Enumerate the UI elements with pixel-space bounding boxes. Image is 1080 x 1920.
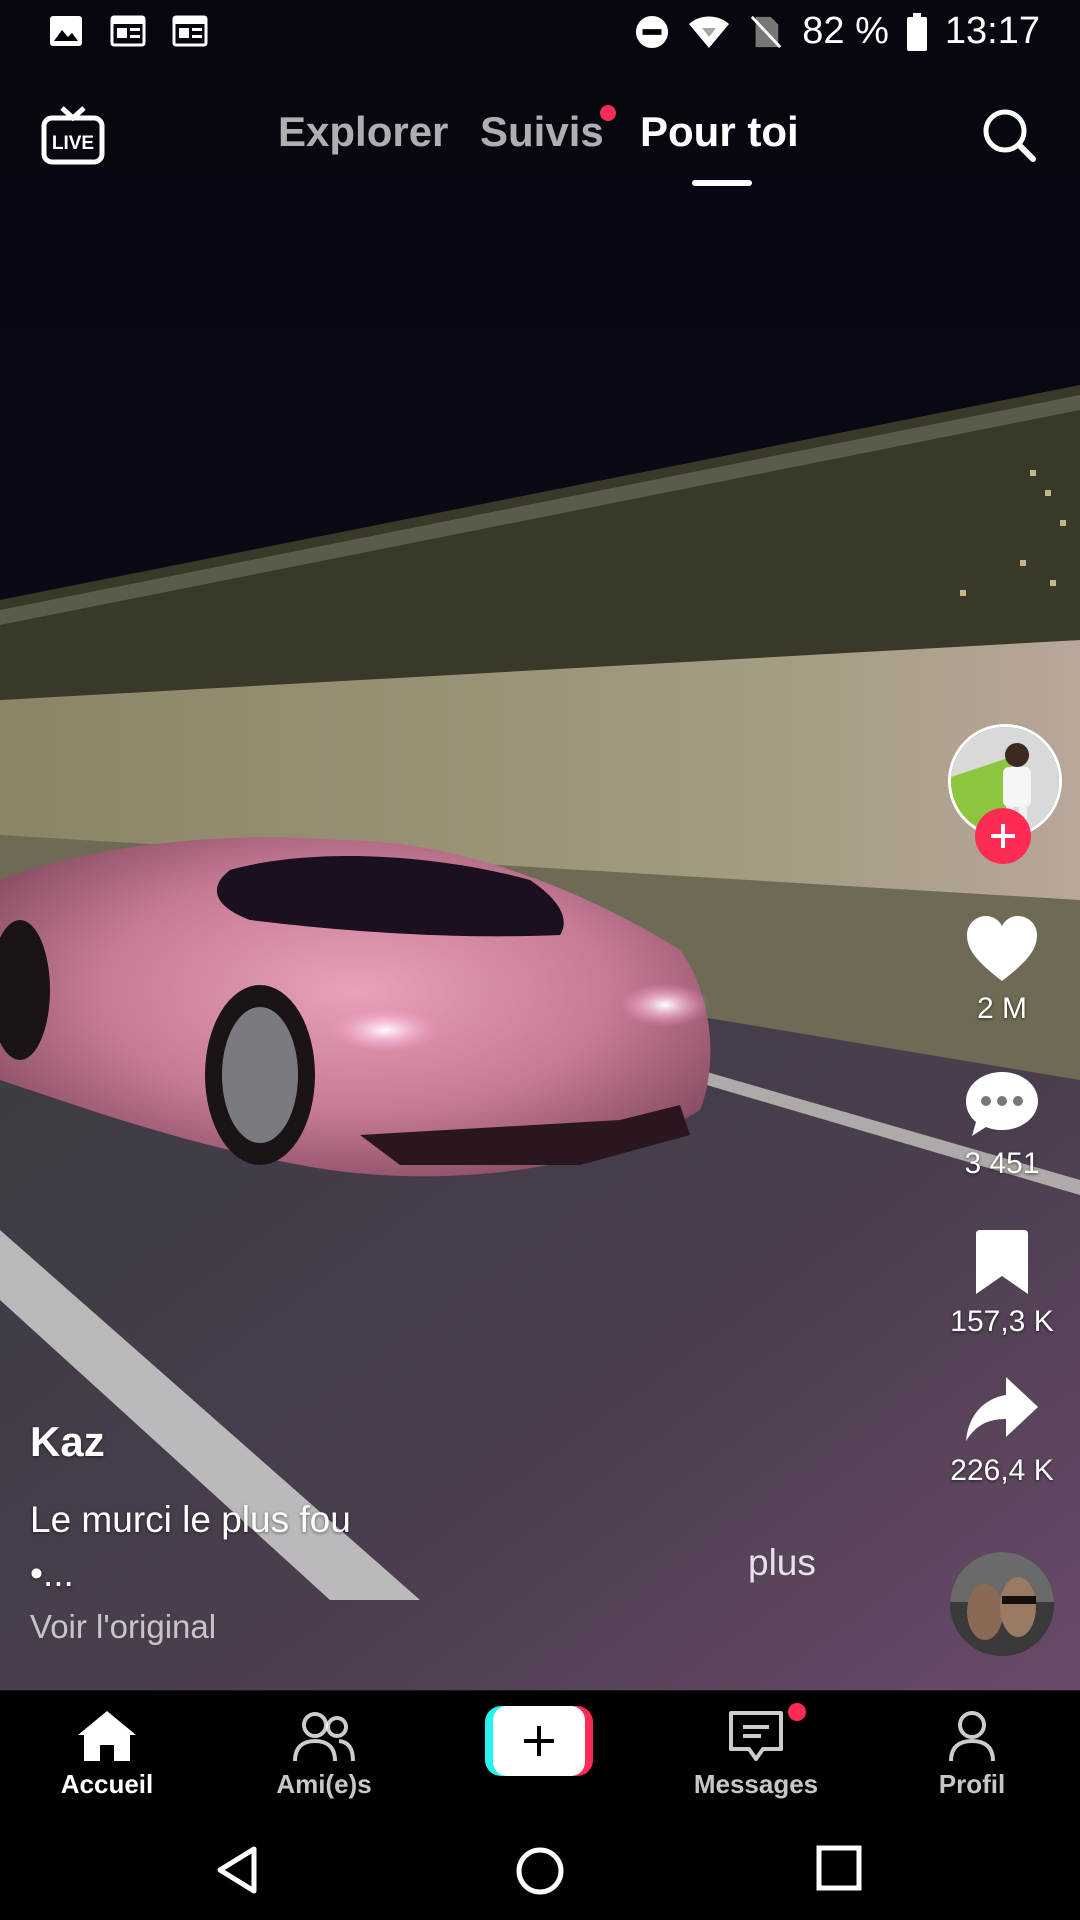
nav-home[interactable]: Accueil <box>17 1709 197 1800</box>
news-icon <box>172 15 208 47</box>
comment-button[interactable]: 3 451 <box>922 1070 1080 1181</box>
plus-icon <box>524 1726 554 1756</box>
wifi-icon <box>689 16 730 48</box>
like-count: 2 M <box>976 992 1027 1025</box>
friends-icon <box>293 1712 355 1762</box>
nav-friends[interactable]: Ami(e)s <box>234 1709 414 1800</box>
share-button[interactable]: 226,4 K <box>922 1375 1080 1488</box>
battery-percent: 82 % <box>802 10 889 52</box>
system-navigation-bar <box>0 1815 1080 1920</box>
status-bar: 82 % 13:17 <box>0 0 1080 62</box>
back-icon[interactable] <box>214 1845 264 1895</box>
svg-text:LIVE: LIVE <box>52 133 94 154</box>
plus-icon <box>991 824 1015 848</box>
messages-notification-dot <box>788 1703 806 1721</box>
nav-messages[interactable]: Messages <box>666 1709 846 1800</box>
nav-messages-label: Messages <box>693 1769 819 1799</box>
music-disc-image <box>950 1552 1054 1656</box>
bottom-navigation: Accueil Ami(e)s Messages Profil <box>0 1690 1080 1816</box>
create-button-face <box>493 1706 585 1776</box>
battery-icon <box>906 12 927 51</box>
gallery-icon <box>50 16 82 46</box>
see-original-link[interactable]: Voir l'original <box>30 1608 216 1646</box>
nav-profile[interactable]: Profil <box>882 1709 1062 1800</box>
heart-icon <box>967 916 1037 981</box>
creator-username[interactable]: Kaz <box>30 1418 105 1466</box>
nav-profile-label: Profil <box>938 1769 1006 1799</box>
home-icon <box>78 1711 136 1761</box>
music-disc[interactable] <box>950 1552 1054 1656</box>
video-frame[interactable] <box>0 0 1080 1690</box>
share-count: 226,4 K <box>950 1454 1054 1487</box>
comment-count: 3 451 <box>964 1147 1040 1180</box>
post-caption: Le murci le plus fou •... <box>30 1493 351 1601</box>
more-button[interactable]: plus <box>748 1542 816 1584</box>
tab-following[interactable]: Suivis <box>480 108 604 156</box>
like-button[interactable]: 2 M <box>922 915 1080 1026</box>
clock: 13:17 <box>944 10 1040 52</box>
no-sim-icon <box>751 15 782 48</box>
profile-icon <box>949 1711 995 1762</box>
tab-explorer[interactable]: Explorer <box>278 108 448 156</box>
inbox-icon <box>729 1711 783 1761</box>
save-button[interactable]: 157,3 K <box>922 1230 1080 1339</box>
nav-friends-label: Ami(e)s <box>276 1769 372 1799</box>
live-icon[interactable]: LIVE <box>40 104 106 170</box>
video-background <box>0 0 1080 1690</box>
following-notification-dot <box>600 105 616 121</box>
comment-icon <box>966 1072 1038 1136</box>
create-button[interactable] <box>485 1706 593 1776</box>
caption-line: Le murci le plus fou <box>30 1499 351 1540</box>
share-icon <box>966 1377 1038 1441</box>
tab-for-you[interactable]: Pour toi <box>640 108 799 156</box>
recents-icon[interactable] <box>816 1845 862 1891</box>
do-not-disturb-icon <box>636 15 669 48</box>
news-icon <box>110 15 146 47</box>
nav-home-label: Accueil <box>60 1769 154 1799</box>
search-icon[interactable] <box>980 106 1038 164</box>
follow-button[interactable] <box>975 808 1031 864</box>
active-tab-indicator <box>692 180 752 186</box>
top-navigation: LIVE Explorer Suivis Pour toi <box>0 100 1080 200</box>
notification-icons <box>48 14 208 48</box>
save-count: 157,3 K <box>950 1305 1054 1338</box>
bookmark-icon <box>976 1230 1028 1294</box>
system-indicators: 82 % 13:17 <box>634 10 1040 53</box>
home-circle-icon[interactable] <box>514 1845 566 1897</box>
caption-line: •... <box>30 1553 74 1594</box>
